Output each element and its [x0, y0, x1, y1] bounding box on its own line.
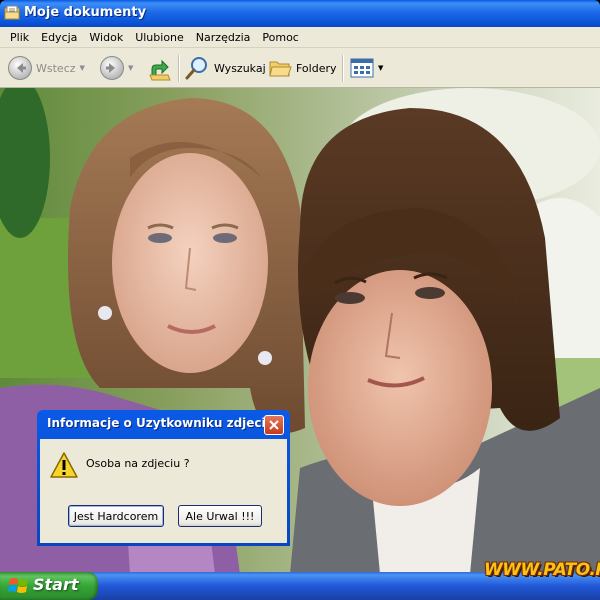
back-arrow-icon: [8, 56, 32, 80]
forward-arrow-icon: [100, 56, 124, 80]
search-button[interactable]: Wyszukaj: [184, 53, 266, 83]
folders-label: Foldery: [296, 61, 337, 75]
toolbar-separator: [342, 55, 344, 82]
start-button[interactable]: Start: [0, 572, 98, 600]
menu-file[interactable]: Plik: [4, 31, 35, 44]
up-folder-button[interactable]: [148, 53, 172, 83]
title-bar[interactable]: Moje dokumenty: [0, 0, 600, 27]
close-icon: [269, 420, 279, 430]
views-icon: [350, 58, 374, 78]
toolbar: Wstecz ▼ ▼ Wyszukaj Foldery ▼: [0, 48, 600, 88]
dialog-body: Osoba na zdjeciu ? Jest Hardcorem Ale Ur…: [40, 439, 287, 543]
urwal-button[interactable]: Ale Urwal !!!: [178, 505, 262, 527]
info-dialog: Informacje o Uzytkowniku zdjecia Osoba n…: [37, 410, 290, 546]
back-label: Wstecz: [36, 61, 76, 75]
menu-help[interactable]: Pomoc: [256, 31, 304, 44]
menu-edit[interactable]: Edycja: [35, 31, 83, 44]
windows-logo-icon: [8, 578, 28, 593]
menu-bar: Plik Edycja Widok Ulubione Narzędzia Pom…: [0, 27, 600, 48]
dialog-close-button[interactable]: [264, 415, 284, 435]
warning-icon: [50, 452, 78, 478]
toolbar-separator: [178, 55, 180, 82]
folders-icon: [269, 61, 292, 77]
views-dropdown-icon[interactable]: ▼: [378, 64, 383, 72]
dialog-title: Informacje o Uzytkowniku zdjecia: [47, 416, 274, 430]
folders-button[interactable]: Foldery: [268, 53, 337, 83]
hardcore-button[interactable]: Jest Hardcorem: [68, 505, 164, 527]
watermark-logo: WWW.PATO.PL: [484, 560, 600, 580]
back-dropdown-icon[interactable]: ▼: [80, 64, 85, 72]
folder-icon: [4, 5, 20, 20]
search-label: Wyszukaj: [214, 61, 266, 75]
up-folder-icon: [149, 59, 171, 81]
menu-view[interactable]: Widok: [83, 31, 129, 44]
views-button[interactable]: ▼: [350, 53, 383, 83]
window-title: Moje dokumenty: [24, 5, 147, 20]
menu-tools[interactable]: Narzędzia: [190, 31, 257, 44]
forward-button[interactable]: ▼: [100, 53, 133, 83]
menu-favorites[interactable]: Ulubione: [129, 31, 190, 44]
dialog-message: Osoba na zdjeciu ?: [86, 457, 190, 470]
start-label: Start: [33, 575, 79, 594]
search-icon: [185, 57, 207, 80]
back-button[interactable]: Wstecz ▼: [8, 53, 85, 83]
forward-dropdown-icon[interactable]: ▼: [128, 64, 133, 72]
